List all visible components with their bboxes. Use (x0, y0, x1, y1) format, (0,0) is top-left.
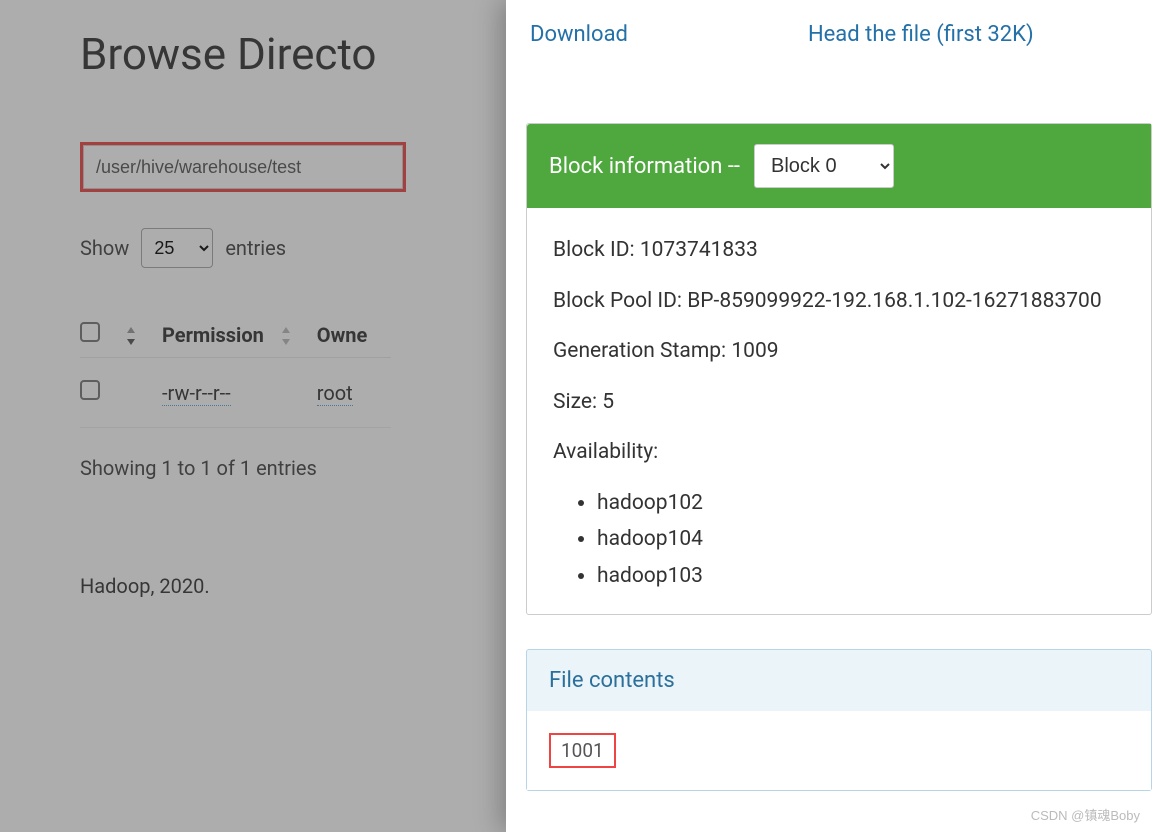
block-pool-label: Block Pool ID: (553, 289, 682, 313)
gen-stamp-label: Generation Stamp: (553, 339, 726, 363)
size-value: 5 (602, 390, 614, 414)
sort-icon (279, 327, 293, 345)
select-all-checkbox[interactable] (80, 322, 100, 342)
show-label: Show (80, 236, 129, 260)
size-label: Size: (553, 390, 597, 414)
availability-item: hadoop104 (597, 523, 1125, 556)
path-input[interactable] (83, 145, 403, 189)
availability-item: hadoop103 (597, 560, 1125, 593)
gen-stamp-value: 1009 (731, 339, 778, 363)
col-permission-label: Permission (162, 323, 264, 347)
path-row (80, 142, 506, 192)
showing-summary: Showing 1 to 1 of 1 entries (80, 456, 506, 480)
show-entries-control: Show 25 entries (80, 228, 506, 268)
head-file-link[interactable]: Head the file (first 32K) (808, 22, 1034, 47)
block-pool-value: BP-859099922-192.168.1.102-16271883700 (687, 289, 1101, 313)
watermark: CSDN @镇魂Boby (1031, 805, 1140, 824)
availability-list: hadoop102 hadoop104 hadoop103 (597, 487, 1125, 593)
availability-item: hadoop102 (597, 487, 1125, 520)
file-contents-header: File contents (527, 650, 1151, 711)
block-info-header: Block information -- Block 0 (527, 124, 1151, 208)
path-highlight-box (80, 142, 406, 192)
row-checkbox[interactable] (80, 380, 100, 400)
block-info-body: Block ID: 1073741833 Block Pool ID: BP-8… (527, 208, 1151, 614)
block-info-label: Block information -- (549, 154, 740, 179)
file-contents-box: File contents 1001 (526, 649, 1152, 791)
browse-directory-panel: Browse Directo Show 25 entries (0, 0, 506, 832)
table-header-row: Permission Owne (80, 312, 391, 358)
availability-label: Availability: (553, 436, 1125, 469)
file-contents-body: 1001 (527, 711, 1151, 790)
block-id-row: Block ID: 1073741833 (553, 234, 1125, 267)
directory-table: Permission Owne -rw-r--r-- root (80, 312, 391, 428)
entries-label: entries (225, 236, 286, 260)
owner-value[interactable]: root (317, 381, 353, 406)
block-id-label: Block ID: (553, 238, 635, 262)
col-checkbox (80, 312, 124, 358)
block-id-value: 1073741833 (640, 238, 758, 262)
footer-text: Hadoop, 2020. (80, 574, 506, 598)
entries-select[interactable]: 25 (141, 228, 213, 268)
generation-stamp-row: Generation Stamp: 1009 (553, 335, 1125, 368)
page-title: Browse Directo (80, 28, 506, 80)
table-row[interactable]: -rw-r--r-- root (80, 358, 391, 428)
col-permission[interactable]: Permission (162, 312, 317, 358)
file-detail-panel: Download Head the file (first 32K) Block… (506, 0, 1152, 832)
file-contents-value: 1001 (549, 733, 616, 768)
permission-value[interactable]: -rw-r--r-- (162, 381, 231, 406)
block-info-box: Block information -- Block 0 Block ID: 1… (526, 123, 1152, 615)
col-sort-spacer[interactable] (124, 312, 162, 358)
col-owner[interactable]: Owne (317, 312, 392, 358)
col-owner-label: Owne (317, 323, 368, 347)
download-link[interactable]: Download (530, 22, 628, 47)
sort-icon (124, 327, 138, 345)
top-links: Download Head the file (first 32K) (526, 22, 1152, 47)
block-pool-row: Block Pool ID: BP-859099922-192.168.1.10… (553, 285, 1125, 318)
size-row: Size: 5 (553, 386, 1125, 419)
block-select[interactable]: Block 0 (754, 144, 894, 188)
